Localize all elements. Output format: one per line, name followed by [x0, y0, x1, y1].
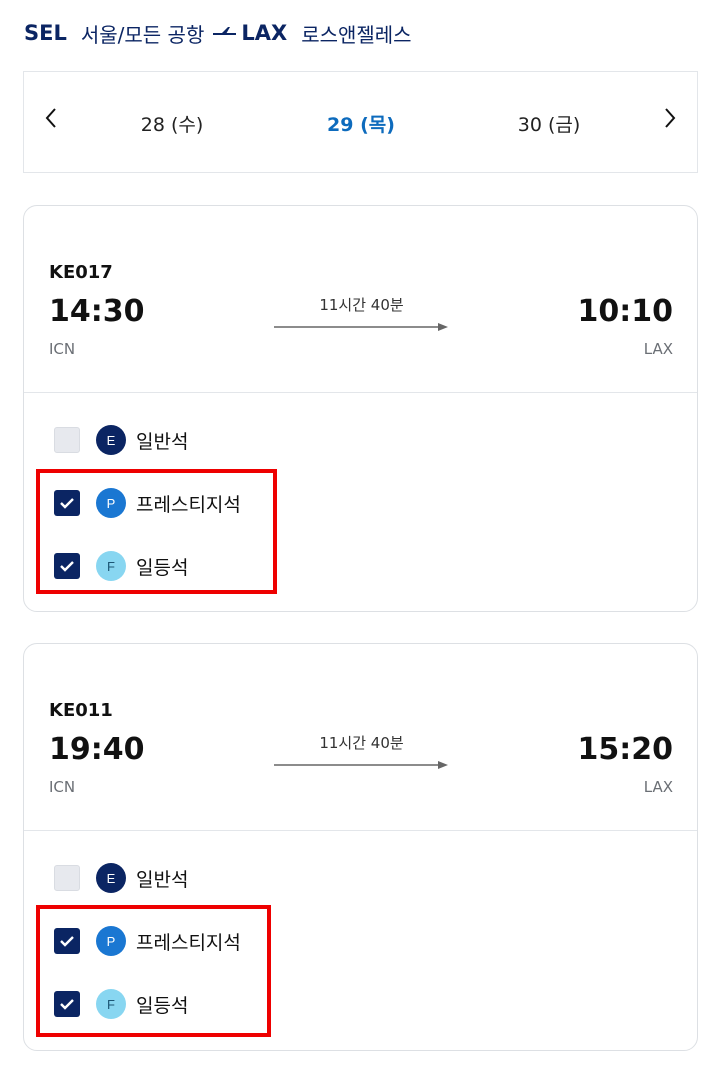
economy-badge: E [96, 863, 126, 893]
departure-airport: ICN [49, 340, 76, 358]
origin-code: SEL [24, 21, 67, 45]
cabin-label: 일반석 [136, 430, 189, 453]
economy-badge: E [96, 425, 126, 455]
dest-code: LAX [241, 21, 288, 45]
date-selector: 28 (수) 29 (목) 30 (금) [23, 71, 698, 173]
flight-info: KE011 19:40 ICN 11시간 40분 15:20 LAX [24, 644, 697, 831]
duration-arrow-icon [274, 761, 448, 769]
date-tab-28[interactable]: 28 (수) [112, 110, 232, 137]
flight-number: KE011 [49, 700, 113, 721]
duration-arrow-icon [274, 323, 448, 331]
arrival-time: 10:10 [577, 294, 674, 329]
date-tab-30[interactable]: 30 (금) [489, 110, 609, 137]
departure-time: 14:30 [49, 294, 145, 329]
flight-number: KE017 [49, 262, 113, 283]
flight-duration: 11시간 40분 [319, 296, 404, 314]
cabin-option-economy[interactable]: E 일반석 [54, 425, 188, 455]
departure-airport: ICN [49, 778, 76, 796]
chevron-left-icon[interactable] [43, 106, 59, 130]
highlight-box [36, 469, 277, 594]
origin-name: 서울/모든 공항 [80, 22, 205, 47]
dest-name: 로스앤젤레스 [301, 22, 412, 47]
chevron-right-icon[interactable] [662, 106, 678, 130]
flight-info: KE017 14:30 ICN 11시간 40분 10:10 LAX [24, 206, 697, 393]
date-tab-29[interactable]: 29 (목) [301, 110, 421, 137]
arrival-airport: LAX [643, 778, 673, 796]
highlight-box [36, 905, 271, 1037]
departure-time: 19:40 [49, 732, 145, 767]
cabin-checkbox[interactable] [54, 427, 80, 453]
arrival-time: 15:20 [577, 732, 674, 767]
flight-duration: 11시간 40분 [319, 734, 404, 752]
plane-arrow-icon [212, 24, 238, 43]
arrival-airport: LAX [643, 340, 673, 358]
route-header: SEL 서울/모든 공항 LAX 로스앤젤레스 [24, 18, 412, 48]
cabin-option-economy[interactable]: E 일반석 [54, 863, 188, 893]
cabin-checkbox[interactable] [54, 865, 80, 891]
cabin-label: 일반석 [136, 868, 189, 891]
